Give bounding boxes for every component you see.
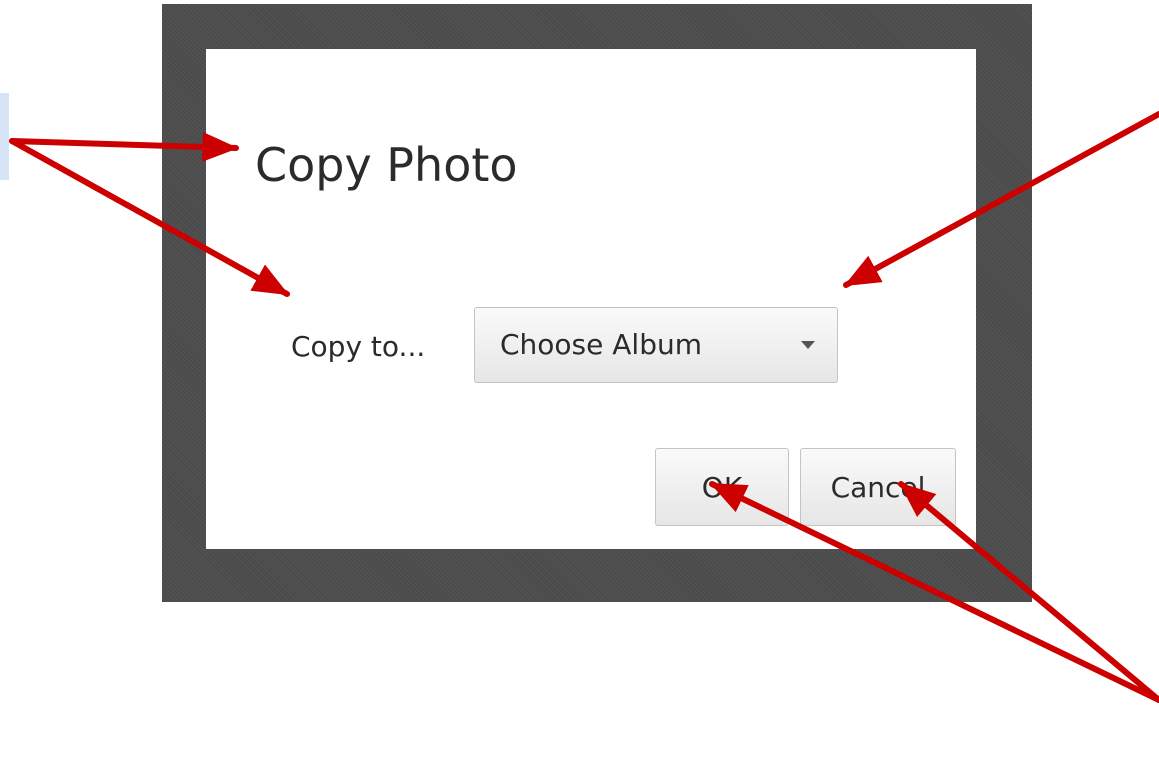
chevron-down-icon [801,341,815,349]
album-dropdown-value: Choose Album [500,328,703,361]
copy-to-label: Copy to... [291,330,426,363]
album-dropdown[interactable]: Choose Album [474,307,838,383]
cancel-button[interactable]: Cancel [800,448,956,526]
dialog-title: Copy Photo [255,138,518,192]
copy-photo-dialog: Copy Photo Copy to... Choose Album OK Ca… [206,49,976,549]
dialog-backdrop: Copy Photo Copy to... Choose Album OK Ca… [162,4,1032,602]
ok-button[interactable]: OK [655,448,789,526]
selection-highlight [0,93,9,180]
